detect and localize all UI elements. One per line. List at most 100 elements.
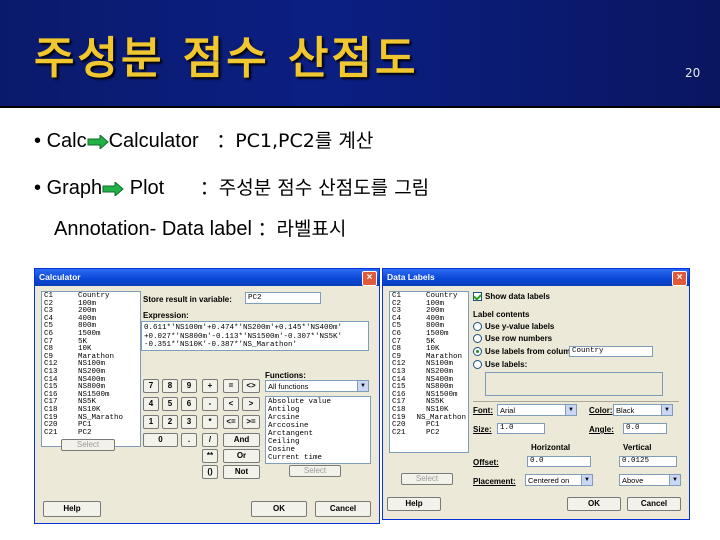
arrow-right-icon: [102, 181, 124, 196]
key-7[interactable]: 7: [143, 379, 159, 393]
bullet-dot: •: [34, 177, 42, 199]
data-labels-dialog: Data Labels × C1 Country C2 100m C3 200m C4 400…: [382, 268, 690, 520]
function-item[interactable]: Antilog: [268, 406, 368, 414]
function-item[interactable]: Arctangent: [268, 430, 368, 438]
close-icon[interactable]: ×: [362, 271, 377, 286]
function-item[interactable]: Arcsine: [268, 414, 368, 422]
cancel-button[interactable]: Cancel: [315, 501, 371, 517]
key-3[interactable]: 3: [181, 415, 197, 429]
ok-button[interactable]: OK: [251, 501, 307, 517]
label-contents-heading: Label contents: [473, 310, 530, 319]
list-item[interactable]: C21 PC2: [44, 429, 138, 438]
function-item[interactable]: Ceiling: [268, 438, 368, 446]
key-greater[interactable]: >: [242, 397, 260, 411]
radio-use-labels[interactable]: Use labels:: [473, 360, 528, 370]
slide-number: 20: [685, 66, 701, 80]
key-8[interactable]: 8: [162, 379, 178, 393]
ok-button[interactable]: OK: [567, 497, 621, 511]
key-power[interactable]: **: [202, 449, 218, 463]
store-variable-input[interactable]: PC2: [245, 292, 321, 304]
label-column-input[interactable]: Country: [569, 346, 653, 357]
radio-icon: [473, 347, 482, 357]
angle-label: Angle:: [589, 425, 614, 434]
radio-yvalue-labels[interactable]: Use y-value labels: [473, 322, 554, 332]
key-5[interactable]: 5: [162, 397, 178, 411]
and-button[interactable]: And: [223, 433, 260, 447]
calculator-titlebar[interactable]: Calculator ×: [35, 269, 379, 286]
cancel-button[interactable]: Cancel: [627, 497, 681, 511]
help-button[interactable]: Help: [43, 501, 101, 517]
expression-label: Expression:: [143, 311, 189, 320]
calculator-dialog: Calculator × C1 Country C2 100m C3 200m C4 400m…: [34, 268, 380, 524]
divider: [473, 401, 679, 402]
chevron-down-icon: ▼: [565, 405, 576, 415]
functions-list[interactable]: Absolute value Antilog Arcsine Arccosine Arc…: [265, 396, 371, 464]
functions-dropdown[interactable]: All functions ▼: [265, 380, 369, 392]
plot-description: ：주성분 점수 산점도를 그림: [199, 177, 430, 199]
expression-input[interactable]: 0.611*'NS100m'+0.474*'NS200m'+0.145*'NS4…: [141, 321, 369, 351]
offset-vertical-input[interactable]: 0.0125: [619, 456, 677, 467]
offset-label: Offset:: [473, 458, 499, 467]
show-labels-checkbox[interactable]: Show data labels: [473, 292, 550, 302]
list-item[interactable]: C6 1500m: [44, 330, 138, 339]
data-labels-title: Data Labels: [387, 272, 435, 282]
column-list[interactable]: C1 Country C2 100m C3 200m C4 400m C5 800m C6 1500m…: [41, 291, 141, 447]
function-item[interactable]: Absolute value: [268, 398, 368, 406]
key-equals[interactable]: =: [223, 379, 239, 393]
horizontal-heading: Horizontal: [531, 443, 571, 452]
key-9[interactable]: 9: [181, 379, 197, 393]
data-labels-titlebar[interactable]: Data Labels ×: [383, 269, 689, 286]
key-greater-equal[interactable]: >=: [242, 415, 260, 429]
font-dropdown[interactable]: Arial ▼: [497, 404, 577, 416]
key-1[interactable]: 1: [143, 415, 159, 429]
color-label: Color:: [589, 406, 613, 415]
column-list[interactable]: C1 Country C2 100m C3 200m C4 400m C5 800m C6 1500m…: [389, 291, 469, 453]
function-item[interactable]: Cosine: [268, 446, 368, 454]
menu-plot: Plot: [129, 177, 165, 199]
key-6[interactable]: 6: [181, 397, 197, 411]
size-input[interactable]: 1.0: [497, 423, 545, 434]
key-minus[interactable]: -: [202, 397, 218, 411]
slide-header: 주성분 점수 산점도 20: [0, 0, 720, 106]
offset-horizontal-input[interactable]: 0.0: [527, 456, 591, 467]
bullet-line-annotation: Annotation- Data label ：라벨표시: [54, 214, 346, 241]
key-multiply[interactable]: *: [202, 415, 218, 429]
color-dropdown[interactable]: Black ▼: [613, 404, 673, 416]
select-function-button[interactable]: Select: [289, 465, 341, 477]
key-not-equal[interactable]: <>: [242, 379, 260, 393]
function-item[interactable]: Current time: [268, 454, 368, 462]
key-decimal[interactable]: .: [181, 433, 197, 447]
function-item[interactable]: Arccosine: [268, 422, 368, 430]
radio-row-numbers[interactable]: Use row numbers: [473, 334, 552, 344]
chevron-down-icon: ▼: [669, 475, 680, 485]
not-button[interactable]: Not: [223, 465, 260, 479]
key-0[interactable]: 0: [143, 433, 178, 447]
key-less[interactable]: <: [223, 397, 239, 411]
annotation-description: ：라벨표시: [257, 218, 347, 240]
placement-vertical-dropdown[interactable]: Above ▼: [619, 474, 681, 486]
key-plus[interactable]: +: [202, 379, 218, 393]
use-labels-input[interactable]: [485, 372, 663, 396]
key-4[interactable]: 4: [143, 397, 159, 411]
column-name: PC2: [426, 428, 440, 437]
radio-column-text: Use labels from column:: [485, 347, 578, 356]
close-icon[interactable]: ×: [672, 271, 687, 286]
header-divider: [0, 106, 720, 108]
placement-vertical-value: Above: [622, 476, 644, 485]
select-button[interactable]: Select: [401, 473, 453, 485]
angle-input[interactable]: 0.0: [623, 423, 667, 434]
placement-horizontal-value: Centered on: [528, 476, 570, 485]
radio-use-text: Use labels:: [485, 360, 528, 369]
help-button[interactable]: Help: [387, 497, 441, 511]
key-2[interactable]: 2: [162, 415, 178, 429]
font-label: Font:: [473, 406, 493, 415]
placement-horizontal-dropdown[interactable]: Centered on ▼: [525, 474, 593, 486]
key-less-equal[interactable]: <=: [223, 415, 239, 429]
list-item[interactable]: C21 PC2: [392, 428, 466, 438]
key-parentheses[interactable]: (): [202, 465, 218, 479]
placement-label: Placement:: [473, 477, 516, 486]
radio-labels-from-column[interactable]: Use labels from column:: [473, 347, 578, 357]
key-divide[interactable]: /: [202, 433, 218, 447]
select-button[interactable]: Select: [61, 439, 115, 451]
or-button[interactable]: Or: [223, 449, 260, 463]
